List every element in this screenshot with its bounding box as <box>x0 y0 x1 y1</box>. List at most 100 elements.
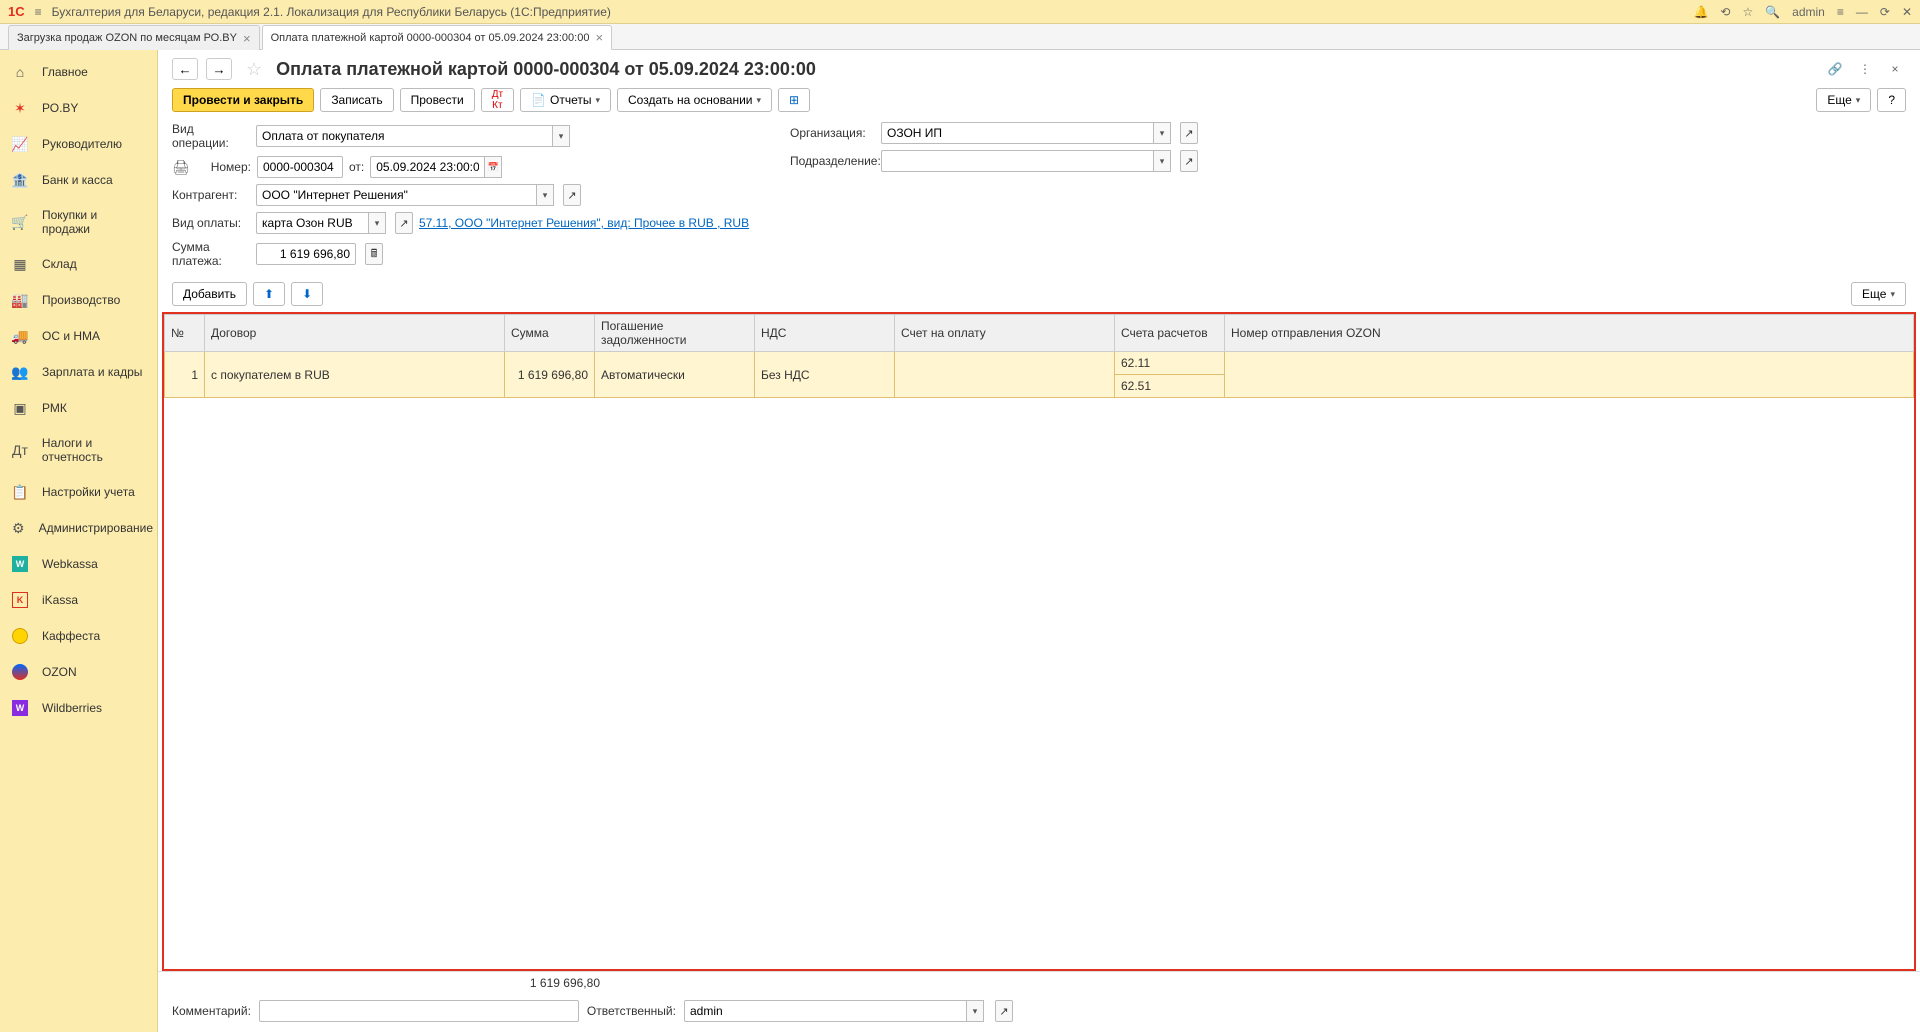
user-label[interactable]: admin <box>1792 5 1825 19</box>
sidebar-item-stock[interactable]: ▦Склад <box>0 246 157 282</box>
date-field[interactable] <box>370 156 484 178</box>
sidebar-item-ozon[interactable]: OZON <box>0 654 157 690</box>
table-row[interactable]: 1 с покупателем в RUB 1 619 696,80 Автом… <box>165 352 1914 375</box>
kebab-icon[interactable]: ⋮ <box>1854 58 1876 80</box>
sidebar-item-ikassa[interactable]: KiKassa <box>0 582 157 618</box>
date-label: от: <box>349 160 364 174</box>
close-page-icon[interactable]: × <box>1884 58 1906 80</box>
col-sum[interactable]: Сумма <box>505 315 595 352</box>
sidebar-item-rmk[interactable]: ▣РМК <box>0 390 157 426</box>
move-down-button[interactable]: ⬇ <box>291 282 323 306</box>
reports-button[interactable]: 📄Отчеты <box>520 88 611 112</box>
nav-forward-button[interactable]: → <box>206 58 232 80</box>
sidebar-item-webkassa[interactable]: WWebkassa <box>0 546 157 582</box>
pay-link[interactable]: 57.11, ООО "Интернет Решения", вид: Проч… <box>419 216 749 230</box>
sidebar-item-label: iKassa <box>42 593 78 607</box>
dropdown-icon[interactable]: ▾ <box>536 184 554 206</box>
org-field[interactable] <box>881 122 1153 144</box>
create-based-button[interactable]: Создать на основании <box>617 88 772 112</box>
op-type-field[interactable] <box>256 125 552 147</box>
op-type-label: Вид операции: <box>172 122 250 150</box>
comment-field[interactable] <box>259 1000 579 1022</box>
star-icon[interactable]: ☆ <box>1742 5 1753 19</box>
sidebar-item-tax[interactable]: ДтНалоги и отчетность <box>0 426 157 474</box>
open-ref-icon[interactable]: ↗ <box>395 212 413 234</box>
open-ref-icon[interactable]: ↗ <box>995 1000 1013 1022</box>
sidebar-item-admin[interactable]: ⚙Администрирование <box>0 510 157 546</box>
cell-contract[interactable]: с покупателем в RUB <box>205 352 505 398</box>
truck-icon: 🚚 <box>12 328 28 344</box>
open-ref-icon[interactable]: ↗ <box>1180 150 1198 172</box>
col-n[interactable]: № <box>165 315 205 352</box>
sidebar-item-settings[interactable]: 📋Настройки учета <box>0 474 157 510</box>
sidebar-item-hr[interactable]: 👥Зарплата и кадры <box>0 354 157 390</box>
history-icon[interactable]: ⟲ <box>1720 5 1730 19</box>
col-contract[interactable]: Договор <box>205 315 505 352</box>
sidebar-item-poby[interactable]: ✶РО.BY <box>0 90 157 126</box>
dropdown-icon[interactable]: ▾ <box>1153 150 1171 172</box>
sidebar-item-main[interactable]: ⌂Главное <box>0 54 157 90</box>
sidebar-item-prod[interactable]: 🏭Производство <box>0 282 157 318</box>
cell-vat[interactable]: Без НДС <box>755 352 895 398</box>
sidebar-item-label: Покупки и продажи <box>42 208 145 236</box>
sidebar-item-kaffesta[interactable]: Каффеста <box>0 618 157 654</box>
dept-field[interactable] <box>881 150 1153 172</box>
cell-acc2[interactable]: 62.51 <box>1115 375 1225 398</box>
dropdown-icon[interactable]: ▾ <box>368 212 386 234</box>
tab-close-icon[interactable]: × <box>243 31 251 46</box>
maximize-icon[interactable]: ⟳ <box>1880 5 1890 19</box>
responsible-field[interactable] <box>684 1000 966 1022</box>
col-ozon[interactable]: Номер отправления OZON <box>1225 315 1914 352</box>
amount-field[interactable] <box>256 243 356 265</box>
counterparty-field[interactable] <box>256 184 536 206</box>
write-button[interactable]: Записать <box>320 88 393 112</box>
calc-icon[interactable]: 🖩 <box>365 243 383 265</box>
dropdown-icon[interactable]: ▾ <box>1153 122 1171 144</box>
menu-icon[interactable]: ≡ <box>35 5 42 19</box>
structure-button[interactable]: ⊞ <box>778 88 810 112</box>
minimize-icon[interactable]: — <box>1856 5 1868 19</box>
printer-icon[interactable]: 🖨 <box>172 159 189 176</box>
sidebar-item-bank[interactable]: 🏦Банк и касса <box>0 162 157 198</box>
cell-acc1[interactable]: 62.11 <box>1115 352 1225 375</box>
sidebar-item-assets[interactable]: 🚚ОС и НМА <box>0 318 157 354</box>
sidebar-item-wb[interactable]: WWildberries <box>0 690 157 726</box>
add-button[interactable]: Добавить <box>172 282 247 306</box>
sidebar-item-sales[interactable]: 🛒Покупки и продажи <box>0 198 157 246</box>
col-vat[interactable]: НДС <box>755 315 895 352</box>
number-field[interactable] <box>257 156 343 178</box>
cell-sum[interactable]: 1 619 696,80 <box>505 352 595 398</box>
move-up-button[interactable]: ⬆ <box>253 282 285 306</box>
dtkt-button[interactable]: ДтКт <box>481 88 514 112</box>
open-ref-icon[interactable]: ↗ <box>1180 122 1198 144</box>
tab-1[interactable]: Оплата платежной картой 0000-000304 от 0… <box>262 25 612 50</box>
close-icon[interactable]: ✕ <box>1902 5 1912 19</box>
sidebar-item-manager[interactable]: 📈Руководителю <box>0 126 157 162</box>
search-icon[interactable]: 🔍 <box>1765 5 1780 19</box>
col-repay[interactable]: Погашение задолженности <box>595 315 755 352</box>
col-acc[interactable]: Счета расчетов <box>1115 315 1225 352</box>
more-button[interactable]: Еще <box>1816 88 1871 112</box>
post-button[interactable]: Провести <box>400 88 475 112</box>
calendar-icon[interactable]: 📅 <box>484 156 502 178</box>
nav-back-button[interactable]: ← <box>172 58 198 80</box>
dropdown-icon[interactable]: ▾ <box>966 1000 984 1022</box>
open-ref-icon[interactable]: ↗ <box>563 184 581 206</box>
help-button[interactable]: ? <box>1877 88 1906 112</box>
settings-icon[interactable]: ≡ <box>1837 5 1844 19</box>
cell-invoice[interactable] <box>895 352 1115 398</box>
cell-n[interactable]: 1 <box>165 352 205 398</box>
col-invoice[interactable]: Счет на оплату <box>895 315 1115 352</box>
cell-repay[interactable]: Автоматически <box>595 352 755 398</box>
bell-icon[interactable]: 🔔 <box>1693 5 1708 19</box>
bank-icon: 🏦 <box>12 172 28 188</box>
tab-close-icon[interactable]: × <box>595 30 603 45</box>
post-close-button[interactable]: Провести и закрыть <box>172 88 314 112</box>
table-more-button[interactable]: Еще <box>1851 282 1906 306</box>
favorite-icon[interactable]: ☆ <box>246 59 262 80</box>
cell-ozon[interactable] <box>1225 352 1914 398</box>
pay-type-field[interactable] <box>256 212 368 234</box>
link-icon[interactable]: 🔗 <box>1824 58 1846 80</box>
tab-0[interactable]: Загрузка продаж OZON по месяцам РО.BY × <box>8 25 260 50</box>
dropdown-icon[interactable]: ▾ <box>552 125 570 147</box>
